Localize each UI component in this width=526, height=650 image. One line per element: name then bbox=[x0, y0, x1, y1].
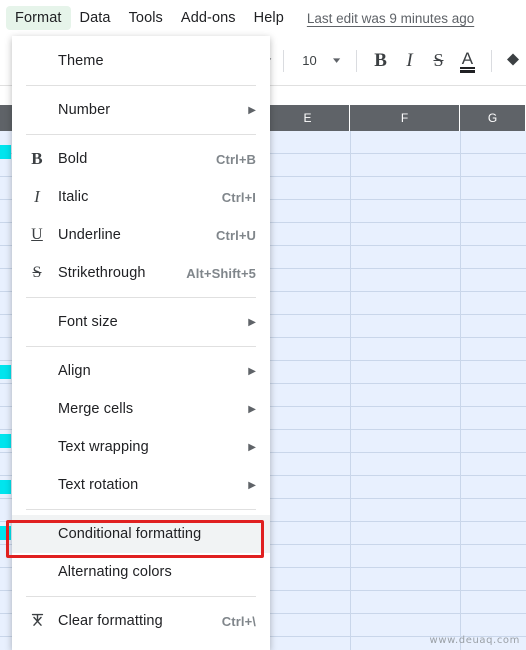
fill-color-button[interactable] bbox=[501, 46, 526, 76]
clear-formatting-icon bbox=[26, 611, 48, 632]
menu-item-number[interactable]: Number ▶ bbox=[12, 91, 270, 129]
menu-item-clear-formatting[interactable]: Clear formatting Ctrl+\ bbox=[12, 602, 270, 640]
menu-divider bbox=[26, 297, 256, 298]
menu-item-label: Underline bbox=[58, 227, 121, 243]
menu-bar: Format Data Tools Add-ons Help Last edit… bbox=[0, 0, 526, 36]
last-edit-status[interactable]: Last edit was 9 minutes ago bbox=[307, 11, 474, 26]
menubar-item-help[interactable]: Help bbox=[245, 6, 293, 30]
toolbar-divider bbox=[356, 49, 358, 72]
column-header-e[interactable]: E bbox=[266, 105, 350, 131]
format-dropdown-menu: Theme Number ▶ B Bold Ctrl+B I Italic Ctrl+I U Und… bbox=[12, 36, 270, 650]
menu-divider bbox=[26, 346, 256, 347]
menu-divider bbox=[26, 85, 256, 86]
toolbar-divider bbox=[283, 49, 285, 72]
menubar-item-tools[interactable]: Tools bbox=[120, 6, 172, 30]
menubar-item-add-ons[interactable]: Add-ons bbox=[172, 6, 245, 30]
menu-item-label: Italic bbox=[58, 189, 89, 205]
strikethrough-button[interactable]: S bbox=[424, 46, 453, 76]
menubar-item-format[interactable]: Format bbox=[6, 6, 71, 30]
column-header-g[interactable]: G bbox=[460, 105, 526, 131]
cell-highlight bbox=[0, 526, 11, 540]
menu-item-alternating-colors[interactable]: Alternating colors bbox=[12, 553, 270, 591]
menu-item-label: Strikethrough bbox=[58, 265, 146, 281]
menu-item-merge-cells[interactable]: Merge cells ▶ bbox=[12, 390, 270, 428]
column-header-f[interactable]: F bbox=[350, 105, 460, 131]
menu-item-label: Clear formatting bbox=[58, 613, 163, 629]
text-color-letter: A bbox=[461, 49, 474, 68]
submenu-arrow-icon: ▶ bbox=[248, 316, 256, 328]
menu-divider bbox=[26, 509, 256, 510]
submenu-arrow-icon: ▶ bbox=[248, 104, 256, 116]
menu-item-shortcut: Ctrl+U bbox=[216, 227, 256, 243]
menu-item-label: Theme bbox=[58, 53, 104, 69]
menu-item-strikethrough[interactable]: S Strikethrough Alt+Shift+5 bbox=[12, 254, 270, 292]
text-color-swatch bbox=[459, 70, 475, 73]
text-color-button[interactable]: A bbox=[453, 46, 482, 76]
menu-item-label: Text rotation bbox=[58, 477, 139, 493]
menu-item-conditional-formatting[interactable]: Conditional formatting bbox=[12, 515, 270, 553]
menu-divider bbox=[26, 134, 256, 135]
cell-highlight bbox=[0, 365, 11, 379]
menu-item-label: Conditional formatting bbox=[58, 526, 202, 542]
menu-divider bbox=[26, 596, 256, 597]
menu-item-theme[interactable]: Theme bbox=[12, 42, 270, 80]
menu-item-font-size[interactable]: Font size ▶ bbox=[12, 303, 270, 341]
strikethrough-icon: S bbox=[32, 264, 42, 281]
menubar-item-data[interactable]: Data bbox=[71, 6, 120, 30]
spreadsheet-app-window: E F G 10 ▾ B I S A Format Data Tools Add… bbox=[0, 0, 526, 650]
menu-item-text-wrapping[interactable]: Text wrapping ▶ bbox=[12, 428, 270, 466]
menu-item-shortcut: Alt+Shift+5 bbox=[186, 265, 256, 281]
font-size-dropdown-caret-icon[interactable]: ▾ bbox=[320, 55, 354, 66]
menu-item-label: Align bbox=[58, 363, 91, 379]
menu-item-label: Merge cells bbox=[58, 401, 134, 417]
submenu-arrow-icon: ▶ bbox=[248, 403, 256, 415]
submenu-arrow-icon: ▶ bbox=[248, 365, 256, 377]
cell-highlight bbox=[0, 145, 11, 159]
menu-item-shortcut: Ctrl+\ bbox=[221, 613, 256, 629]
bold-icon: B bbox=[31, 149, 43, 168]
cell-highlight bbox=[0, 480, 11, 494]
menu-item-italic[interactable]: I Italic Ctrl+I bbox=[12, 178, 270, 216]
cell-highlight bbox=[0, 434, 11, 448]
menu-item-bold[interactable]: B Bold Ctrl+B bbox=[12, 140, 270, 178]
italic-icon: I bbox=[34, 187, 40, 206]
submenu-arrow-icon: ▶ bbox=[248, 479, 256, 491]
underline-icon: U bbox=[31, 226, 43, 243]
menu-item-label: Number bbox=[58, 102, 111, 118]
bold-button[interactable]: B bbox=[366, 46, 395, 76]
menu-item-label: Font size bbox=[58, 314, 118, 330]
menu-item-underline[interactable]: U Underline Ctrl+U bbox=[12, 216, 270, 254]
menu-item-shortcut: Ctrl+B bbox=[216, 151, 256, 167]
menu-item-label: Alternating colors bbox=[58, 564, 172, 580]
menu-item-label: Bold bbox=[58, 151, 88, 167]
watermark: www.deuaq.com bbox=[429, 635, 520, 646]
menu-item-shortcut: Ctrl+I bbox=[221, 189, 256, 205]
menu-item-label: Text wrapping bbox=[58, 439, 149, 455]
submenu-arrow-icon: ▶ bbox=[248, 441, 256, 453]
menu-item-align[interactable]: Align ▶ bbox=[12, 352, 270, 390]
italic-button[interactable]: I bbox=[395, 46, 424, 76]
toolbar-divider bbox=[490, 49, 492, 72]
menu-item-text-rotation[interactable]: Text rotation ▶ bbox=[12, 466, 270, 504]
text-color-underline-upper bbox=[459, 67, 475, 69]
paint-bucket-icon bbox=[507, 53, 520, 65]
